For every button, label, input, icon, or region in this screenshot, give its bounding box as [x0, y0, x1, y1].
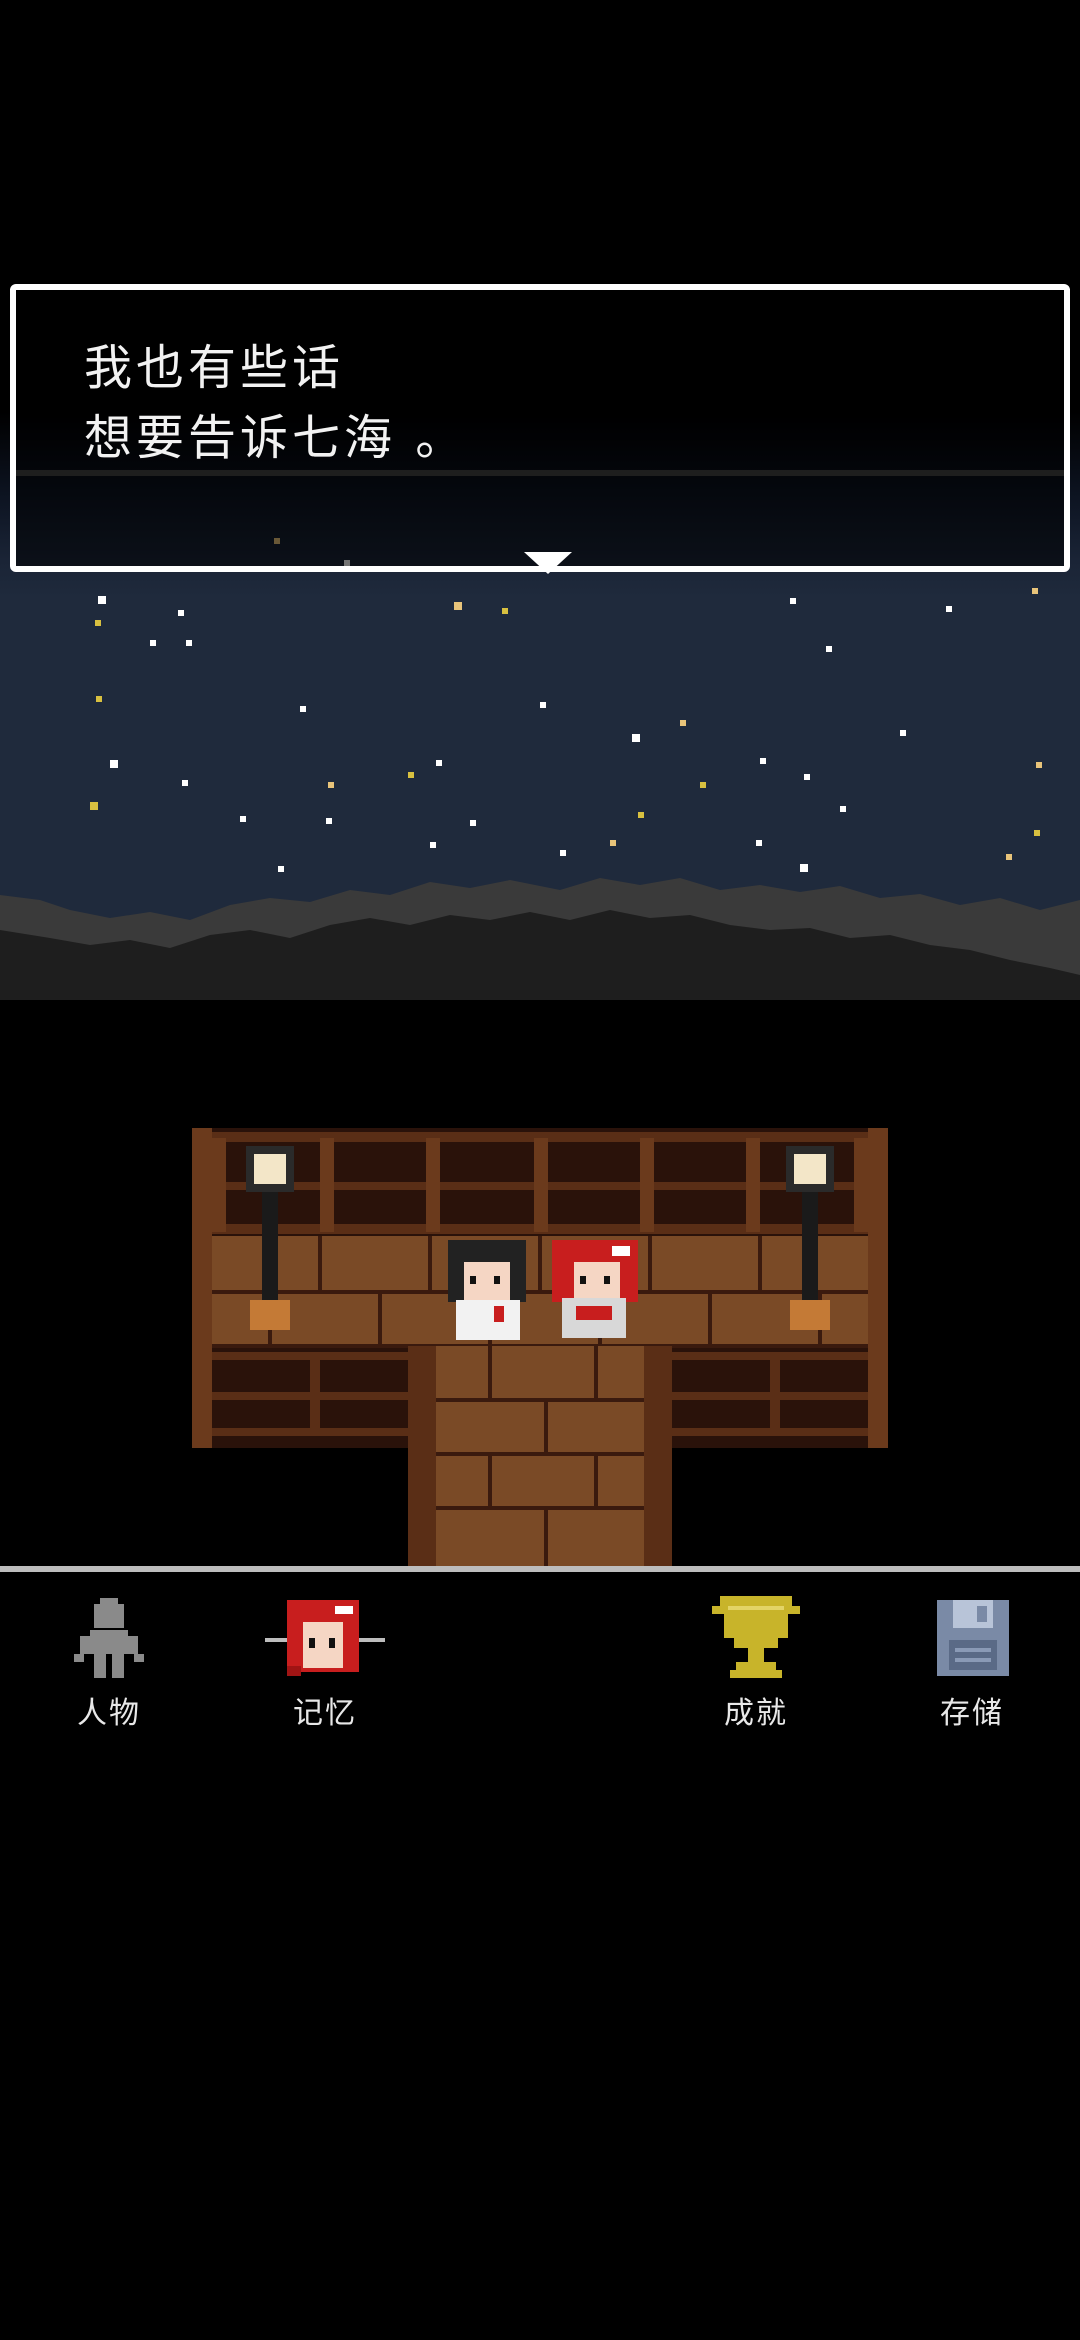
- night-scene: [0, 0, 1080, 1568]
- star: [408, 772, 414, 778]
- star: [700, 782, 706, 788]
- star: [278, 866, 284, 872]
- star: [1034, 830, 1040, 836]
- menu-label-achievements: 成就: [724, 1696, 788, 1731]
- star: [95, 620, 101, 626]
- dark-haired-girl-sprite: [448, 1240, 526, 1340]
- game-scene[interactable]: 我也有些话 想要告诉七海 。: [0, 0, 1080, 1568]
- star: [840, 806, 846, 812]
- star: [470, 820, 476, 826]
- dialog-line-2: 想要告诉七海 。: [84, 410, 468, 466]
- menu-item-achievements[interactable]: 成就: [681, 1584, 831, 1731]
- star: [826, 646, 832, 652]
- red-haired-girl-sprite: [552, 1240, 638, 1338]
- star: [182, 780, 188, 786]
- trophy-icon: [712, 1596, 800, 1678]
- star: [680, 720, 686, 726]
- menu-item-memories[interactable]: 记忆: [250, 1584, 400, 1731]
- star: [178, 610, 184, 616]
- menu-item-characters[interactable]: 人物: [34, 1584, 184, 1731]
- menu-divider: [0, 1566, 1080, 1572]
- dialog-divider: [16, 470, 1064, 476]
- star: [900, 730, 906, 736]
- star: [150, 640, 156, 646]
- dialog-box[interactable]: 我也有些话 想要告诉七海 。: [10, 284, 1070, 574]
- star: [300, 706, 306, 712]
- menu-label-save: 存储: [940, 1696, 1004, 1731]
- menu-item-save[interactable]: 存储: [897, 1584, 1047, 1731]
- red-haired-girl-icon: [265, 1600, 385, 1676]
- star: [560, 850, 566, 856]
- floppy-disk-icon: [937, 1600, 1009, 1676]
- menu-label-memories: 记忆: [293, 1696, 357, 1731]
- star: [430, 842, 436, 848]
- star: [756, 840, 762, 846]
- star: [186, 640, 192, 646]
- advance-arrow-icon[interactable]: [524, 552, 572, 574]
- star: [90, 802, 98, 810]
- star: [328, 782, 334, 788]
- person-silhouette-icon: [74, 1598, 144, 1678]
- star: [638, 812, 644, 818]
- star: [800, 864, 808, 872]
- star: [946, 606, 952, 612]
- star: [790, 598, 796, 604]
- star: [632, 734, 640, 742]
- star: [1032, 588, 1038, 594]
- star: [804, 774, 810, 780]
- star: [502, 608, 508, 614]
- dialog-line-1: 我也有些话: [84, 340, 345, 396]
- star: [540, 702, 546, 708]
- star: [96, 696, 102, 702]
- star: [454, 602, 462, 610]
- menu-label-characters: 人物: [77, 1696, 141, 1731]
- star: [326, 818, 332, 824]
- star: [436, 760, 442, 766]
- star: [760, 758, 766, 764]
- star: [610, 840, 616, 846]
- star: [110, 760, 118, 768]
- star: [240, 816, 246, 822]
- star: [1036, 762, 1042, 768]
- star: [1006, 854, 1012, 860]
- star: [98, 596, 106, 604]
